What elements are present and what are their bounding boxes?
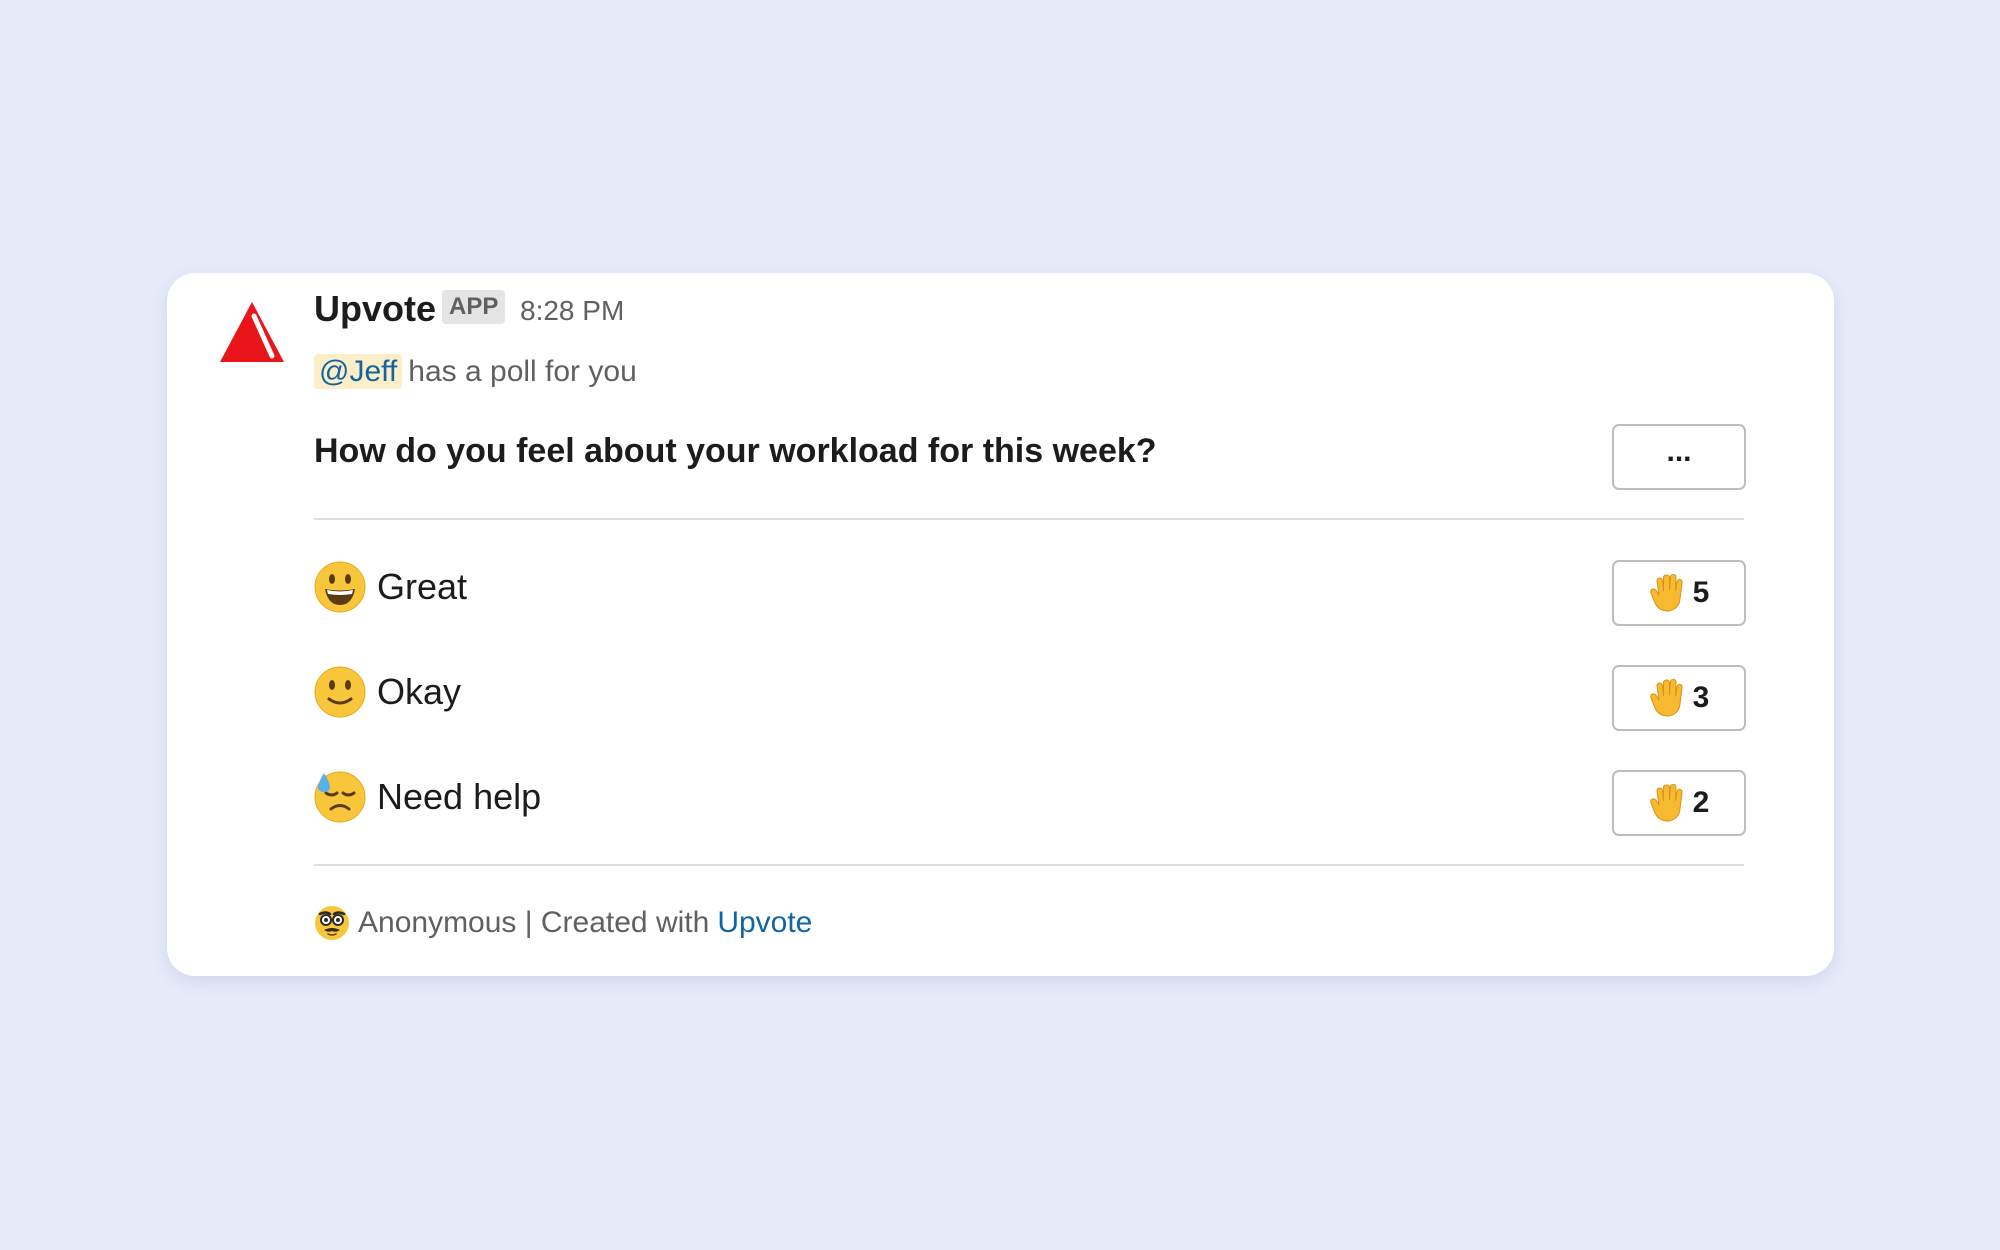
- vote-button-great[interactable]: 5: [1612, 560, 1746, 626]
- more-options-label: ...: [1666, 435, 1692, 468]
- message-timestamp[interactable]: 8:28 PM: [520, 291, 624, 331]
- footer-text: Anonymous | Created with: [358, 906, 710, 939]
- message-intro: @Jeff has a poll for you: [314, 351, 637, 393]
- raised-hand-icon: [1649, 678, 1683, 717]
- poll-footer: Anonymous | Created with Upvote: [314, 901, 812, 945]
- option-label: Okay: [377, 671, 462, 712]
- poll-question: How do you feel about your workload for …: [314, 432, 1157, 470]
- poll-option-okay: Okay: [314, 665, 461, 719]
- raised-hand-icon: [1649, 573, 1683, 612]
- vote-button-need-help[interactable]: 2: [1612, 770, 1746, 836]
- disguised-face-icon: [315, 906, 349, 940]
- divider: [314, 518, 1744, 520]
- intro-text: has a poll for you: [408, 355, 637, 388]
- app-badge: APP: [442, 290, 506, 324]
- vote-count: 3: [1692, 681, 1710, 714]
- more-options-button[interactable]: ...: [1612, 424, 1746, 490]
- upvote-link[interactable]: Upvote: [717, 906, 812, 940]
- slightly-smiling-face-icon: [314, 666, 366, 718]
- downcast-face-with-sweat-icon: [314, 771, 366, 823]
- poll-option-need-help: Need help: [314, 770, 541, 824]
- user-mention[interactable]: @Jeff: [314, 354, 403, 389]
- vote-button-okay[interactable]: 3: [1612, 665, 1746, 731]
- raised-hand-icon: [1649, 783, 1683, 822]
- poll-option-great: Great: [314, 560, 467, 614]
- vote-count: 2: [1692, 786, 1710, 819]
- grinning-face-icon: [314, 561, 366, 613]
- option-label: Need help: [377, 776, 542, 817]
- vote-count: 5: [1692, 576, 1710, 609]
- upvote-logo-icon[interactable]: [218, 298, 286, 366]
- option-label: Great: [377, 566, 468, 607]
- app-name[interactable]: Upvote: [314, 285, 436, 333]
- divider: [314, 864, 1744, 866]
